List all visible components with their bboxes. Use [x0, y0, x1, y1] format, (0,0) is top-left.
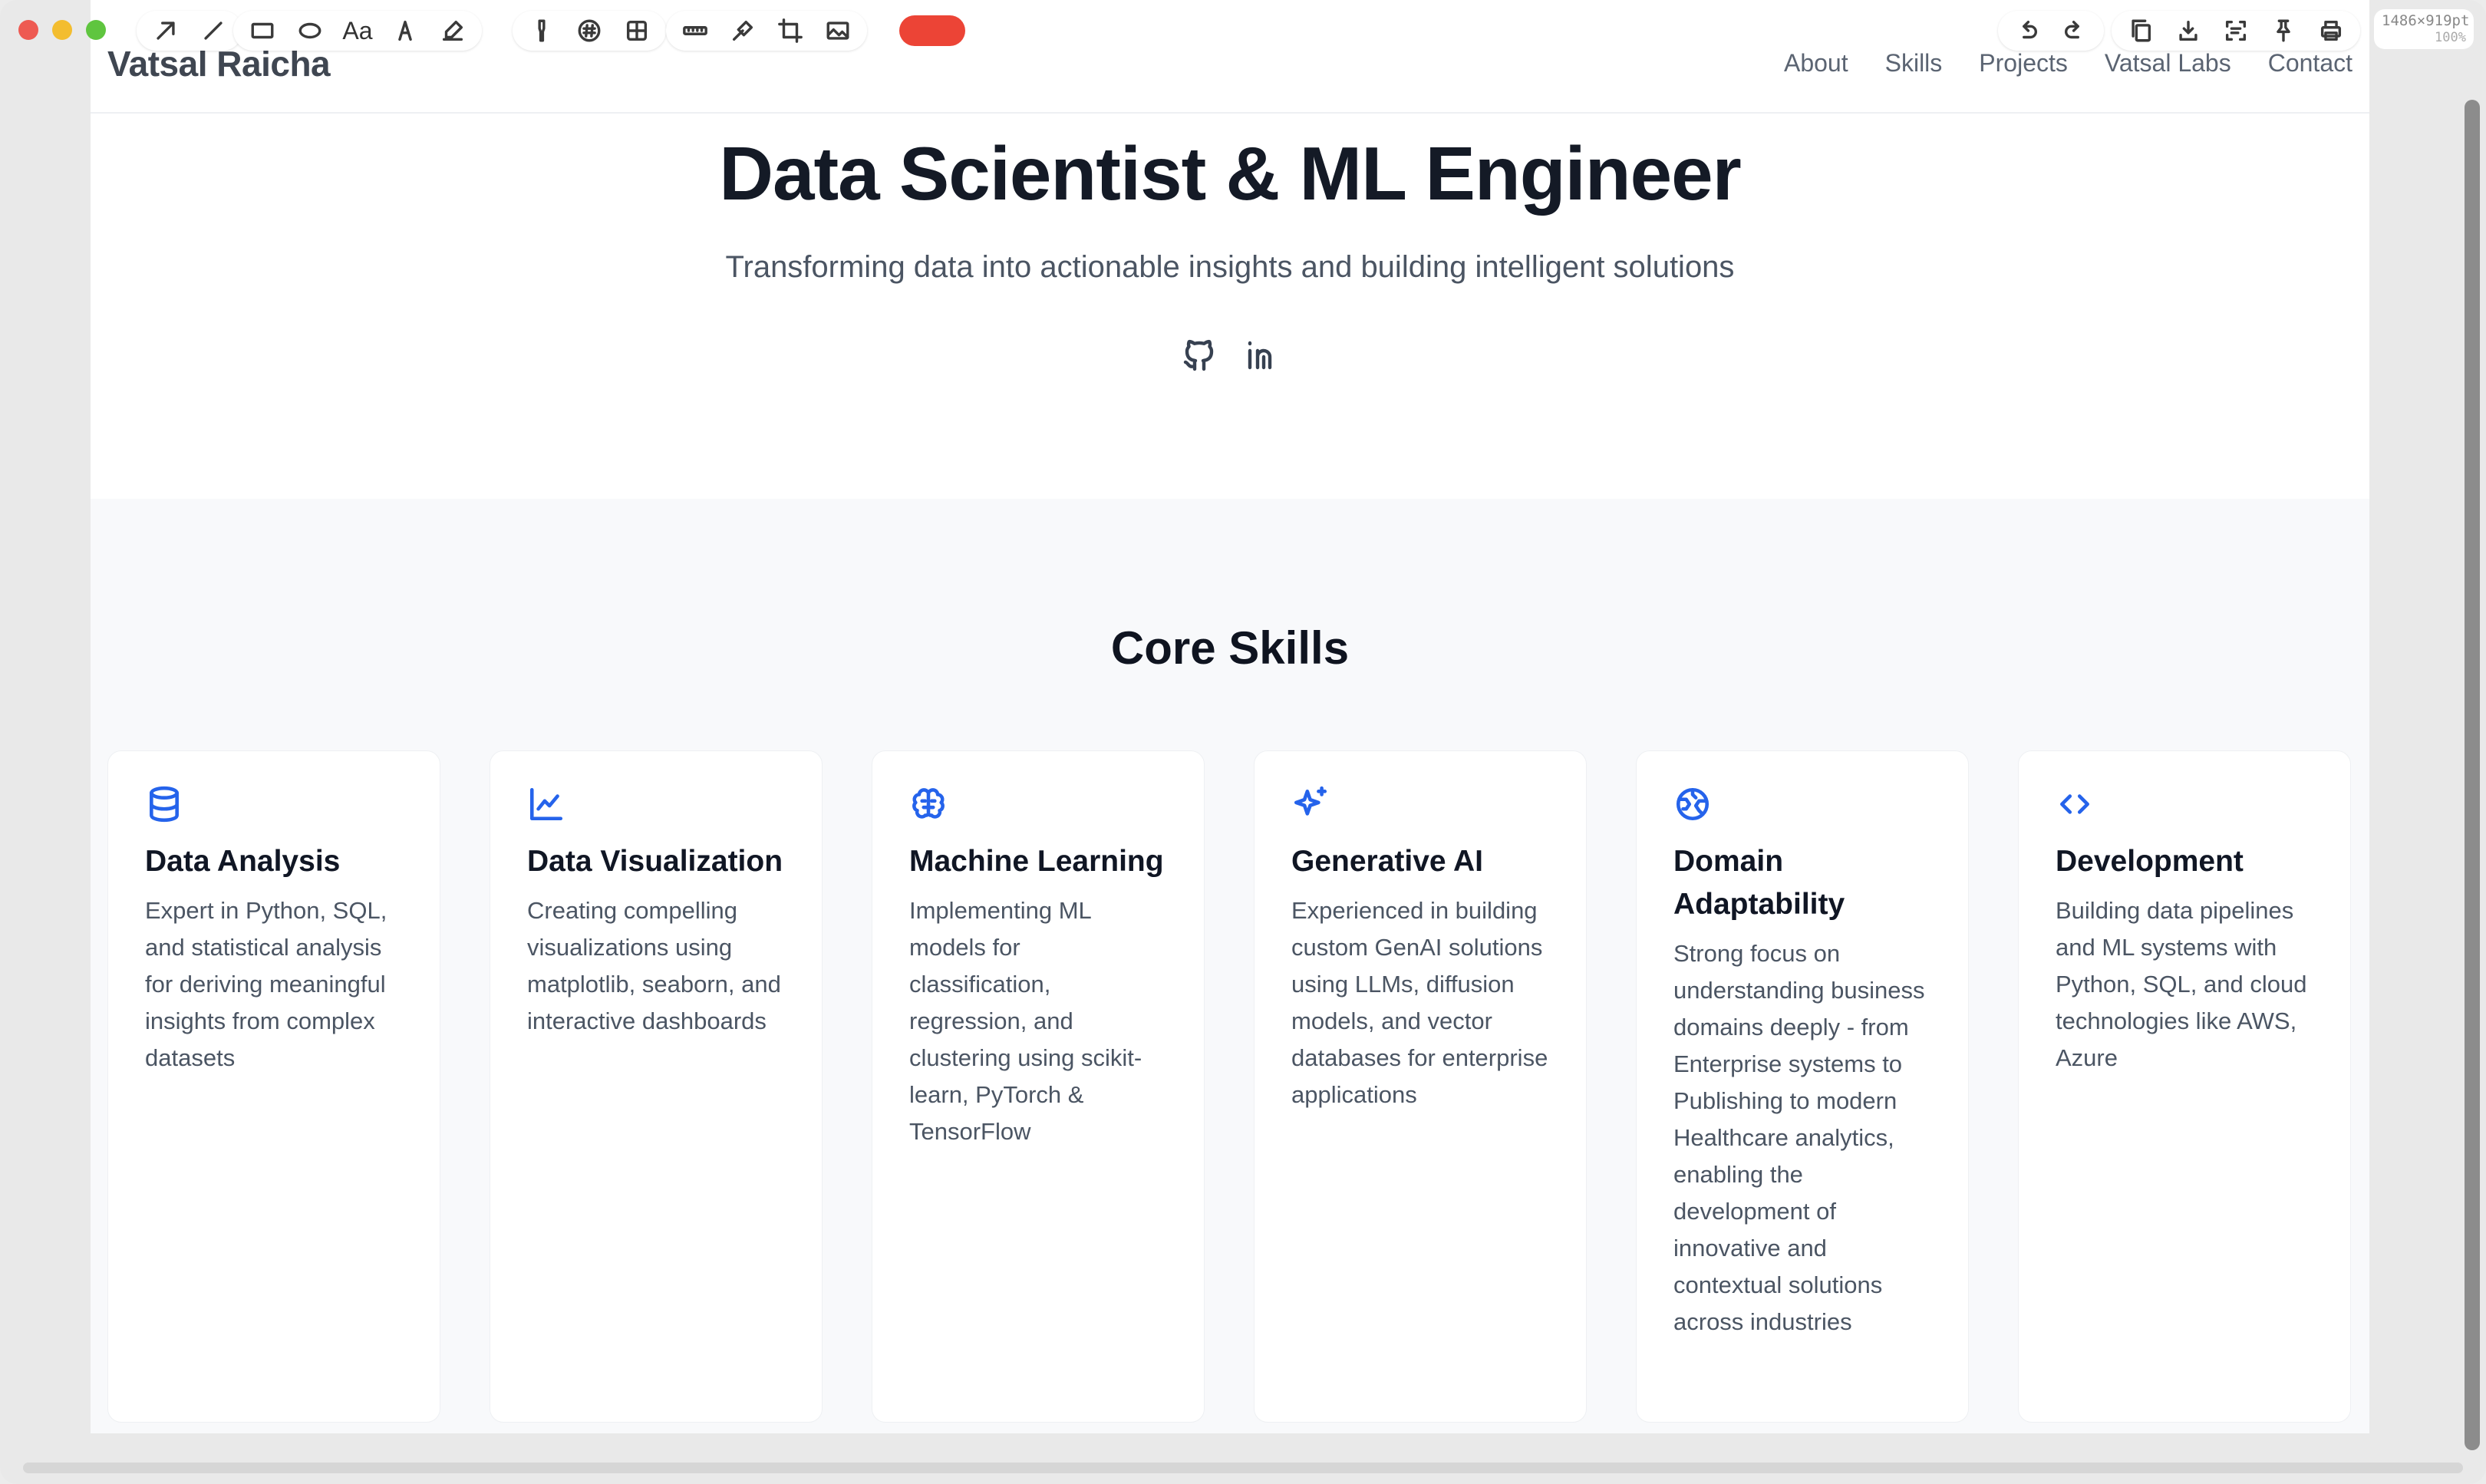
pen-nib-icon [398, 20, 412, 41]
hash-circle-icon [578, 19, 601, 42]
github-icon [1183, 339, 1214, 371]
pen-tool-button[interactable] [390, 15, 420, 46]
ruler-tool-button[interactable] [680, 15, 711, 46]
download-icon [2179, 20, 2198, 41]
linkedin-icon [1248, 341, 1272, 370]
highlighter-icon [442, 20, 463, 41]
sparkles-icon [1294, 786, 1327, 816]
brain-icon [912, 788, 945, 819]
draw-tools-group [137, 11, 242, 51]
undo-icon [2023, 20, 2037, 39]
vertical-scrollbar[interactable] [2465, 100, 2480, 1450]
counter-tool-button[interactable] [574, 15, 605, 46]
print-button[interactable] [2316, 15, 2346, 46]
arrow-tool-button[interactable] [150, 15, 181, 46]
globe-icon [1676, 787, 1710, 821]
text-tool-button[interactable]: Aa [342, 15, 373, 46]
skill-card-development: Development Building data pipelines and … [2018, 750, 2351, 1423]
skill-card-text: Implementing ML models for classificatio… [909, 897, 1142, 1145]
history-group [1998, 11, 2104, 51]
pin-icon [2277, 19, 2290, 42]
zoom-readout: 100% [2435, 30, 2466, 45]
grid-icon [626, 20, 648, 41]
size-readout: 1486×919pt 100% [2374, 9, 2474, 49]
color-picker-button[interactable] [727, 15, 758, 46]
hero-title: Data Scientist & ML Engineer [719, 131, 1742, 216]
nav-link-projects[interactable]: Projects [1979, 49, 2068, 77]
skill-card-text: Creating compelling visualizations using… [527, 897, 781, 1034]
skills-section: Core Skills Data Analysis Expert in Pyth… [91, 499, 2369, 1433]
window-controls [18, 20, 106, 40]
nav-link-contact[interactable]: Contact [2268, 49, 2352, 77]
horizontal-scrollbar[interactable] [23, 1463, 2463, 1473]
nav-links: About Skills Projects Vatsal Labs Contac… [1784, 49, 2352, 77]
skills-title: Core Skills [1110, 622, 1350, 674]
marker-tool-button[interactable] [526, 15, 557, 46]
skill-card-title: Data Analysis [145, 845, 341, 878]
close-window-button[interactable] [18, 20, 38, 40]
size-readout-dimensions: 1486×919pt [2382, 12, 2470, 29]
linkedin-link[interactable] [1241, 335, 1283, 376]
skill-card-domain-adaptability: Domain Adaptability Strong focus on unde… [1636, 750, 1969, 1423]
hero-subtitle: Transforming data into actionable insigh… [725, 250, 1735, 284]
minimize-window-button[interactable] [52, 20, 72, 40]
printer-icon [2320, 20, 2342, 41]
image-tool-button[interactable] [823, 15, 853, 46]
code-icon [2060, 794, 2089, 814]
ruler-icon [683, 26, 707, 35]
ellipse-tool-button[interactable] [295, 15, 325, 46]
eyedropper-icon [732, 20, 753, 41]
skill-card-data-visualization: Data Visualization Creating compelling v… [490, 750, 823, 1423]
zoom-window-button[interactable] [86, 20, 106, 40]
crop-tool-button[interactable] [775, 15, 806, 46]
crop-icon [778, 18, 803, 43]
redo-icon [2065, 20, 2079, 39]
rectangle-tool-button[interactable] [247, 15, 278, 46]
edit-tools-group [666, 11, 867, 51]
copy-button[interactable] [2125, 15, 2156, 46]
ocr-button[interactable] [2221, 15, 2251, 46]
skill-card-title: Data Visualization [527, 845, 783, 878]
skill-card-title: Development [2056, 845, 2244, 878]
undo-button[interactable] [2012, 15, 2043, 46]
pin-button[interactable] [2268, 15, 2299, 46]
skill-card-text: Strong focus on understanding business d… [1673, 940, 1925, 1335]
copy-icon [2132, 19, 2151, 42]
redo-button[interactable] [2059, 15, 2090, 46]
skill-card-text: Building data pipelines and ML systems w… [2056, 897, 2307, 1071]
nav-link-about[interactable]: About [1784, 49, 1848, 77]
skill-card-title: Machine Learning [909, 845, 1164, 878]
scan-text-icon [2225, 20, 2247, 41]
skills-card-list: Data Analysis Expert in Python, SQL, and… [107, 750, 2351, 1423]
pixelate-tool-button[interactable] [622, 15, 652, 46]
record-button[interactable] [899, 15, 965, 46]
database-icon [150, 786, 179, 823]
nav-link-skills[interactable]: Skills [1885, 49, 1943, 77]
nav-link-vatsal-labs[interactable]: Vatsal Labs [2105, 49, 2231, 77]
line-icon [204, 21, 223, 40]
highlighter-tool-button[interactable] [437, 15, 468, 46]
social-links [1179, 335, 1283, 376]
line-chart-icon [529, 787, 563, 821]
github-link[interactable] [1179, 335, 1220, 376]
skill-card-machine-learning: Machine Learning Implementing ML models … [872, 750, 1205, 1423]
arrow-icon [157, 21, 175, 40]
markup-tools-group [513, 11, 666, 51]
save-button[interactable] [2173, 15, 2204, 46]
skill-card-generative-ai: Generative AI Experienced in building cu… [1254, 750, 1587, 1423]
rectangle-icon [251, 22, 274, 39]
marker-icon [538, 19, 546, 42]
line-tool-button[interactable] [198, 15, 229, 46]
shape-tools-group: Aa [233, 11, 482, 51]
skill-card-text: Experienced in building custom GenAI sol… [1291, 897, 1548, 1108]
app-window: Aa 1486×919pt 100% Vatsal Raicha About S… [0, 0, 2486, 1484]
skill-card-data-analysis: Data Analysis Expert in Python, SQL, and… [107, 750, 440, 1423]
image-icon [826, 21, 849, 40]
skill-card-text: Expert in Python, SQL, and statistical a… [145, 897, 387, 1071]
captured-web-page: Vatsal Raicha About Skills Projects Vats… [91, 0, 2369, 1433]
skill-card-title: Domain Adaptability [1673, 845, 1845, 921]
output-group [2112, 11, 2360, 51]
ellipse-icon [298, 22, 321, 39]
skill-card-title: Generative AI [1291, 845, 1483, 878]
